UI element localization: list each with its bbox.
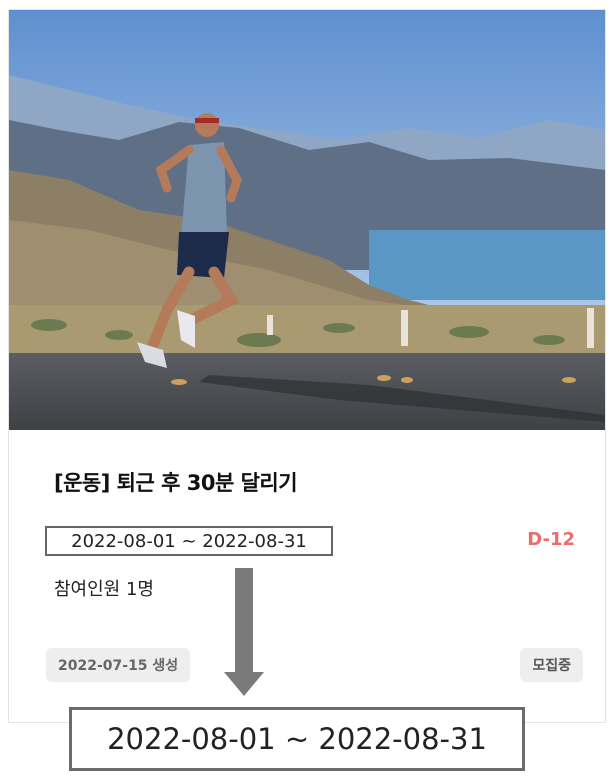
participant-count: 참여인원 1명 [54, 579, 154, 600]
status-badge: 모집중 [520, 648, 583, 682]
arrow-down-icon [224, 568, 264, 700]
challenge-card[interactable]: [운동] 퇴근 후 30분 달리기 2022-08-01 ~ 2022-08-3… [8, 9, 606, 723]
challenge-image[interactable] [9, 10, 605, 430]
challenge-title: [운동] 퇴근 후 30분 달리기 [54, 471, 298, 495]
dday-badge: D-12 [527, 529, 575, 550]
running-photo [9, 10, 605, 430]
challenge-period: 2022-08-01 ~ 2022-08-31 [45, 526, 333, 556]
created-date-badge: 2022-07-15 생성 [46, 648, 191, 682]
zoomed-period: 2022-08-01 ~ 2022-08-31 [69, 707, 525, 771]
